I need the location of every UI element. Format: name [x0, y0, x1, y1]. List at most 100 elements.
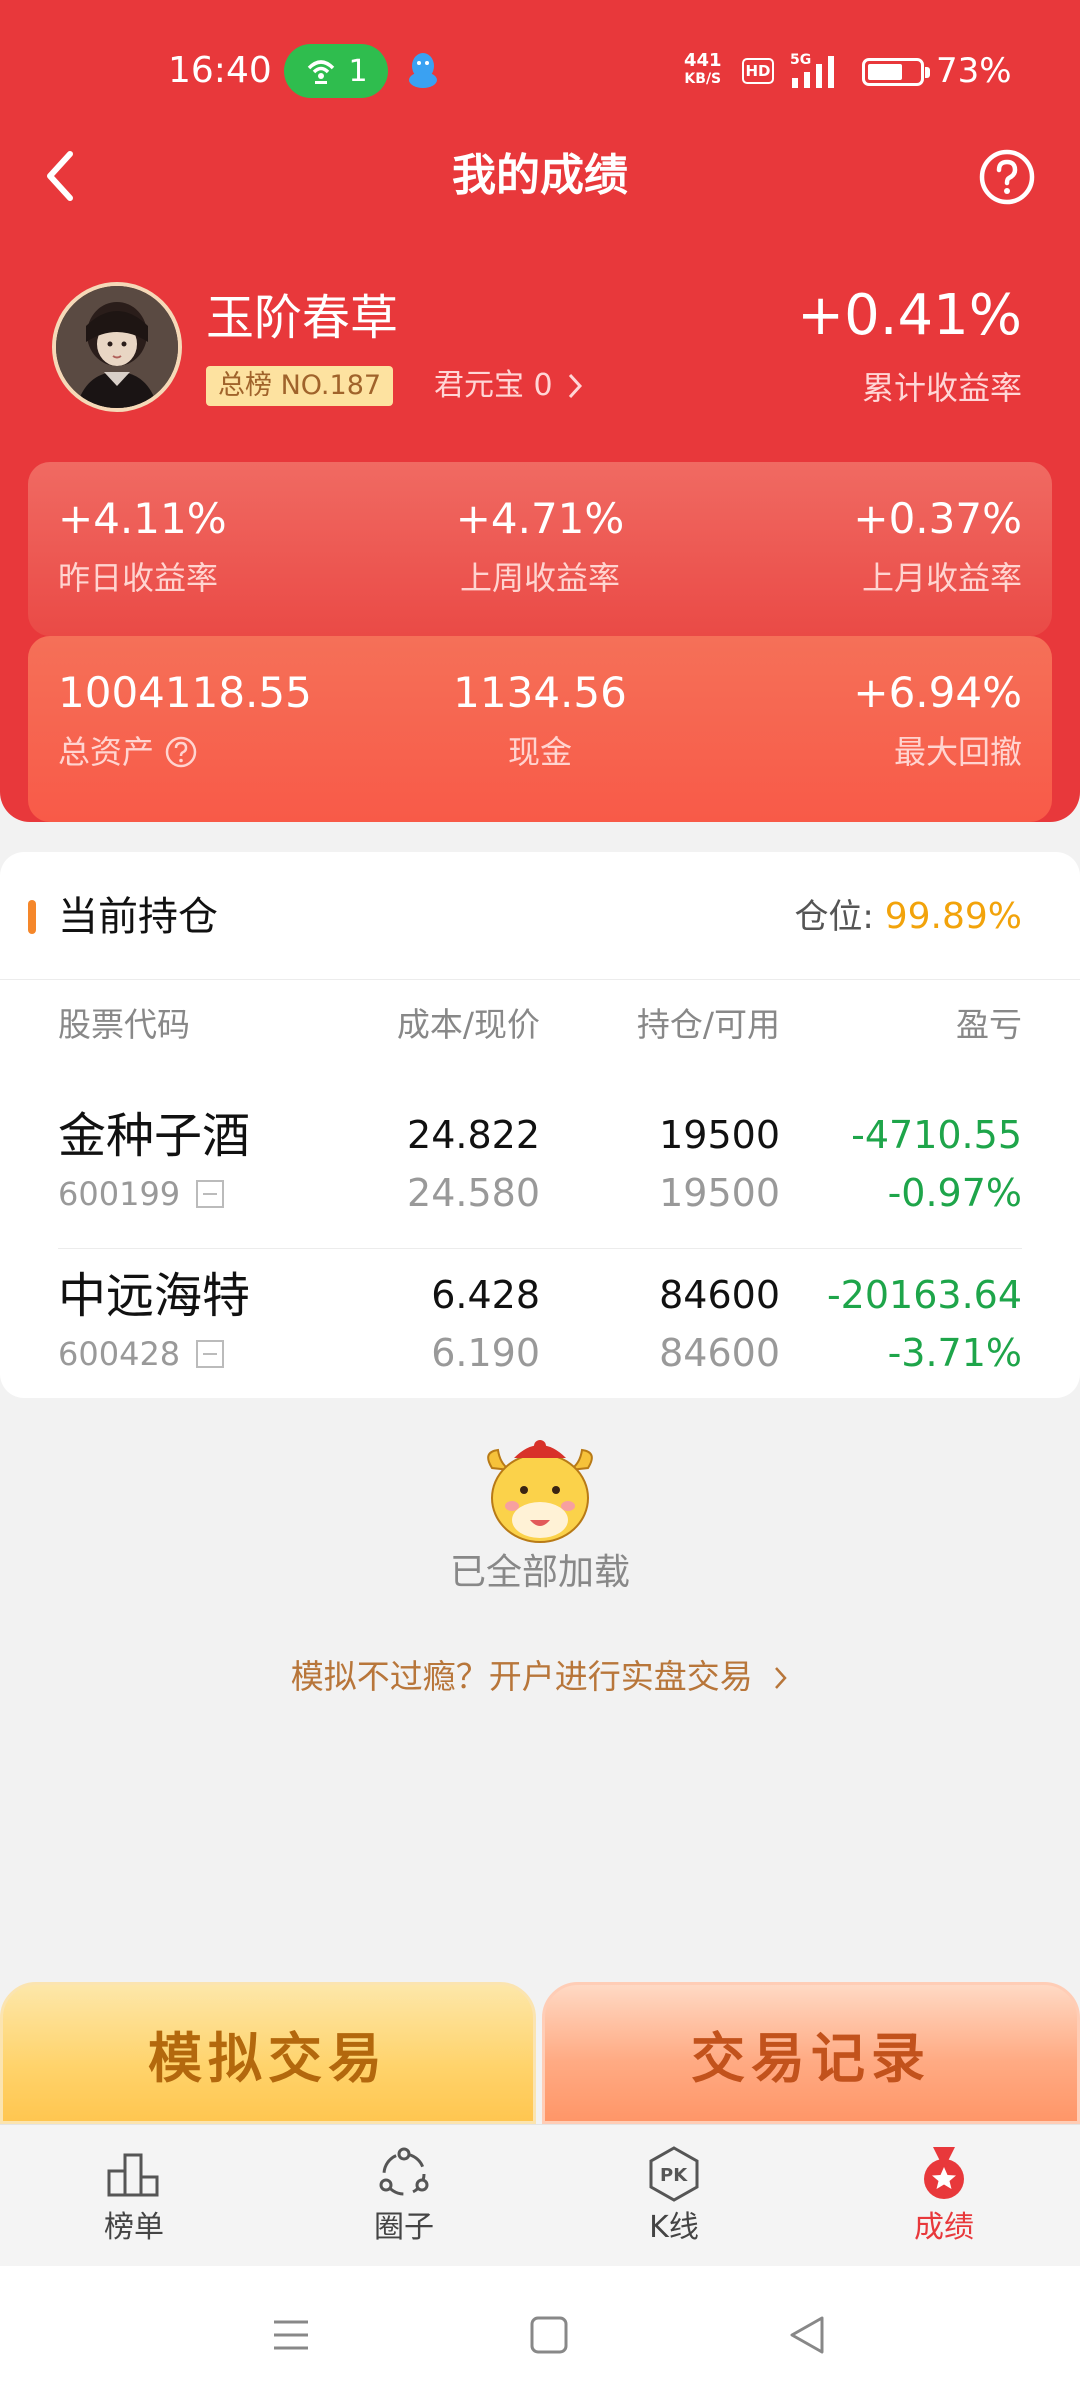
pk-kline-icon: PK — [649, 2146, 699, 2202]
stat-value: +0.37% — [853, 494, 1022, 543]
status-bar: 16:40 1 441 KB/S HD 5G 73% — [0, 0, 1080, 140]
avatar[interactable] — [52, 282, 182, 412]
svg-text:5G: 5G — [790, 52, 811, 68]
stock-name: 中远海特 — [58, 1268, 251, 1324]
table-row[interactable]: 中远海特 600428 6.428 6.190 84600 84600 -201… — [0, 1248, 1080, 1408]
medal-icon — [924, 2147, 964, 2199]
stat-value: +4.11% — [58, 494, 227, 543]
cost-price: 24.822 — [407, 1113, 540, 1157]
battery-icon — [862, 58, 930, 86]
system-navigation-bar — [0, 2266, 1080, 2400]
tab-label: 圈子 — [374, 2210, 434, 2245]
current-price: 24.580 — [407, 1171, 540, 1215]
community-icon — [379, 2147, 429, 2196]
rank-badge: 总榜 NO.187 — [206, 366, 394, 406]
total-return-label: 累计收益率 — [861, 369, 1022, 407]
column-header-holding: 持仓/可用 — [636, 1005, 780, 1044]
stat-max-drawdown: +6.94% 最大回撤 — [853, 666, 1022, 774]
simulate-trade-button[interactable]: 模拟交易 — [0, 1982, 536, 2124]
stat-label: 最大回撤 — [893, 733, 1022, 771]
tab-performance[interactable]: 成绩 — [864, 2143, 1024, 2249]
assets-card: 1004118.55 总资产 1134.56 现金 +6.94% 最大回撤 — [28, 636, 1052, 822]
stat-total-assets: 1004118.55 总资产 — [58, 666, 312, 774]
stock-code: 600199 — [58, 1175, 181, 1213]
menu-icon[interactable] — [266, 2310, 316, 2360]
tab-label: K线 — [649, 2210, 699, 2245]
position-label: 仓位: — [794, 897, 874, 937]
collapse-box-icon[interactable] — [194, 1338, 226, 1370]
hotspot-pill: 1 — [284, 44, 388, 98]
tab-community[interactable]: 圈子 — [324, 2143, 484, 2249]
holdings-header: 当前持仓 仓位: 99.89% — [0, 852, 1080, 980]
stat-value: +4.71% — [455, 494, 625, 543]
column-header-cost-price: 成本/现价 — [396, 1005, 540, 1044]
tab-label: 成绩 — [914, 2210, 974, 2245]
stock-code-row: 600199 — [58, 1172, 226, 1216]
svg-text:PK: PK — [660, 2165, 688, 2186]
net-speed: 441 KB/S — [684, 52, 722, 88]
bottom-tab-bar: 榜单 圈子 PK K线 成绩 — [0, 2124, 1080, 2266]
back-triangle-icon[interactable] — [782, 2310, 832, 2360]
battery-percent: 73% — [936, 51, 1012, 91]
stat-last-week: +4.71% 上周收益率 — [340, 492, 740, 600]
total-return-value: +0.41% — [797, 283, 1022, 348]
open-account-link[interactable]: 模拟不过瘾？开户进行实盘交易 — [0, 1652, 1080, 1702]
tab-leaderboard[interactable]: 榜单 — [54, 2143, 214, 2249]
tab-kline[interactable]: PK K线 — [594, 2143, 754, 2249]
header-panel: 16:40 1 441 KB/S HD 5G 73% 我的成绩 玉阶春草 总榜 … — [0, 0, 1080, 822]
available-qty: 19500 — [659, 1171, 780, 1215]
home-icon[interactable] — [524, 2310, 574, 2360]
stat-label-row: 总资产 — [58, 730, 312, 774]
hotspot-count: 1 — [348, 53, 368, 89]
holdings-panel: 当前持仓 仓位: 99.89% 股票代码 成本/现价 持仓/可用 盈亏 金种子酒… — [0, 852, 1080, 1398]
holding-qty: 19500 — [659, 1113, 780, 1157]
stat-cash: 1134.56 现金 — [340, 666, 740, 774]
all-loaded-text: 已全部加载 — [449, 1552, 630, 1593]
pnl-amount: -4710.55 — [851, 1113, 1022, 1157]
stat-label: 总资产 — [58, 733, 155, 771]
stock-code-row: 600428 — [58, 1332, 226, 1376]
current-price: 6.190 — [431, 1331, 540, 1375]
net-speed-unit: KB/S — [684, 71, 722, 87]
bull-mascot-icon — [487, 1440, 593, 1543]
available-qty: 84600 — [659, 1331, 780, 1375]
position-ratio: 仓位: 99.89% — [794, 892, 1022, 942]
page-title: 我的成绩 — [452, 150, 628, 201]
tab-label: 榜单 — [104, 2210, 164, 2245]
status-time: 16:40 — [168, 50, 272, 91]
question-circle-icon[interactable] — [164, 735, 198, 769]
row-divider — [58, 1248, 1022, 1249]
stat-value: 1004118.55 — [58, 668, 312, 717]
qq-penguin-icon — [409, 53, 437, 88]
pnl-amount: -20163.64 — [826, 1273, 1022, 1317]
leaderboard-icon — [107, 2153, 159, 2197]
table-row[interactable]: 金种子酒 600199 24.822 24.580 19500 19500 -4… — [0, 1088, 1080, 1248]
profile-section: 玉阶春草 总榜 NO.187 君元宝 0 +0.41% 累计收益率 — [0, 280, 1080, 420]
stat-value: +6.94% — [853, 668, 1022, 717]
returns-card: +4.11% 昨日收益率 +4.71% 上周收益率 +0.37% 上月收益率 — [28, 462, 1052, 636]
stock-name: 金种子酒 — [58, 1108, 251, 1164]
stock-code: 600428 — [58, 1335, 181, 1373]
stat-value: 1134.56 — [453, 668, 627, 717]
cost-price: 6.428 — [431, 1273, 540, 1317]
stat-label: 昨日收益率 — [58, 559, 219, 597]
pnl-percent: -0.97% — [887, 1171, 1022, 1215]
pnl-percent: -3.71% — [887, 1331, 1022, 1375]
section-accent-bar — [28, 900, 36, 934]
stat-label: 上周收益率 — [459, 559, 620, 597]
stat-label: 现金 — [507, 733, 572, 771]
stat-last-month: +0.37% 上月收益率 — [853, 492, 1022, 600]
coin-link[interactable]: 君元宝 0 — [434, 364, 583, 408]
help-button[interactable] — [978, 148, 1036, 206]
hd-icon: HD — [742, 58, 774, 84]
collapse-box-icon[interactable] — [194, 1178, 226, 1210]
trade-records-button[interactable]: 交易记录 — [542, 1982, 1080, 2124]
holding-qty: 84600 — [659, 1273, 780, 1317]
username: 玉阶春草 — [206, 290, 399, 346]
net-speed-value: 441 — [684, 50, 722, 71]
signal-5g-icon: 5G — [790, 52, 834, 88]
chevron-right-icon — [568, 373, 582, 399]
holdings-title: 当前持仓 — [58, 894, 218, 940]
stat-label: 上月收益率 — [861, 559, 1022, 597]
chevron-right-icon — [775, 1667, 787, 1689]
